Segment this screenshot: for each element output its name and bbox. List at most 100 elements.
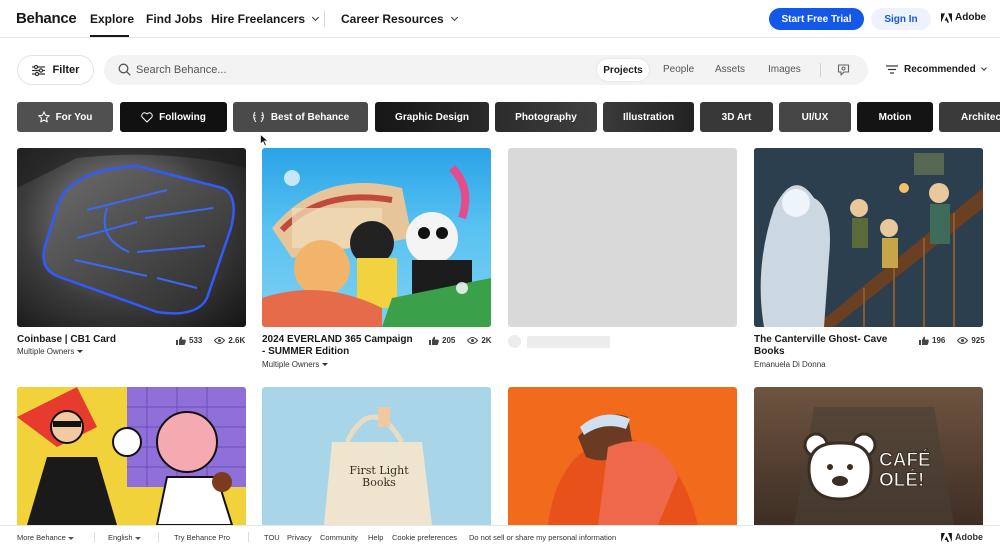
owner-label: Multiple Owners bbox=[17, 347, 75, 356]
nav-career-resources-label: Career Resources bbox=[341, 12, 444, 26]
category-following[interactable]: Following bbox=[120, 102, 227, 132]
nav-explore-label: Explore bbox=[90, 12, 135, 26]
nav-explore[interactable]: Explore bbox=[90, 12, 134, 26]
category-label: Illustration bbox=[622, 111, 675, 123]
eye-icon bbox=[957, 337, 969, 344]
project-thumbnail[interactable] bbox=[508, 387, 737, 525]
nav-divider bbox=[324, 11, 325, 27]
category-label: Photography bbox=[515, 111, 577, 123]
project-thumbnail[interactable] bbox=[17, 387, 246, 525]
category-label: Best of Behance bbox=[270, 111, 350, 123]
footer-divider bbox=[158, 532, 159, 542]
tote-bag-text: First Light Books bbox=[349, 464, 409, 489]
chevron-down-icon bbox=[980, 65, 987, 71]
project-title[interactable]: The Canterville Ghost- Cave Books bbox=[754, 334, 904, 358]
footer-community[interactable]: Community bbox=[320, 533, 358, 542]
behance-logo[interactable]: Behance bbox=[16, 10, 77, 27]
category-for-you[interactable]: For You bbox=[17, 102, 113, 132]
search-bar: Projects People Assets Images bbox=[104, 55, 868, 85]
footer-language[interactable]: English bbox=[108, 533, 141, 542]
footer-more-behance[interactable]: More Behance bbox=[17, 533, 74, 542]
category-best-of-behance[interactable]: Best of Behance bbox=[233, 102, 368, 132]
view-count: 2.6K bbox=[228, 336, 246, 345]
category-label: Graphic Design bbox=[395, 111, 469, 123]
project-stats: 533 2.6K bbox=[176, 336, 245, 345]
project-title[interactable]: Coinbase | CB1 Card bbox=[17, 334, 167, 346]
category-photography[interactable]: Photography bbox=[495, 102, 597, 132]
owner-label: Multiple Owners bbox=[262, 360, 320, 369]
nav-hire-freelancers[interactable]: Hire Freelancers bbox=[211, 12, 320, 26]
category-graphic-design[interactable]: Graphic Design bbox=[375, 102, 489, 132]
caret-down-icon bbox=[77, 350, 84, 353]
start-free-trial-button[interactable]: Start Free Trial bbox=[769, 8, 864, 30]
project-thumbnail[interactable] bbox=[262, 148, 491, 327]
chevron-down-icon bbox=[450, 13, 458, 22]
footer-do-not-sell[interactable]: Do not sell or share my personal informa… bbox=[469, 533, 616, 542]
thumbs-up-icon bbox=[919, 336, 929, 345]
footer-adobe[interactable]: Adobe bbox=[941, 532, 983, 542]
nav-hire-freelancers-label: Hire Freelancers bbox=[211, 12, 306, 26]
adobe-logo-icon bbox=[941, 532, 952, 542]
project-owner[interactable]: Emanuela Di Donna bbox=[754, 360, 826, 369]
thumbs-up-icon bbox=[429, 336, 439, 345]
view-count: 925 bbox=[971, 336, 985, 345]
project-title[interactable]: 2024 EVERLAND 365 Campaign - SUMMER Edit… bbox=[262, 334, 417, 358]
hooded-figure-illustration bbox=[548, 414, 698, 525]
nav-find-jobs[interactable]: Find Jobs bbox=[146, 12, 203, 26]
footer-help[interactable]: Help bbox=[368, 533, 383, 542]
laurel-icon bbox=[253, 111, 264, 123]
chevron-down-icon bbox=[312, 13, 320, 22]
scope-assets[interactable]: Assets bbox=[715, 64, 745, 75]
search-icon bbox=[118, 63, 131, 76]
adobe-logo-icon bbox=[941, 12, 952, 23]
sign-in-button[interactable]: Sign In bbox=[871, 8, 931, 30]
filter-sliders-icon bbox=[31, 64, 45, 76]
footer-privacy[interactable]: Privacy bbox=[287, 533, 312, 542]
image-search-icon[interactable] bbox=[837, 64, 850, 76]
owner-label: Emanuela Di Donna bbox=[754, 360, 826, 369]
comic-illustration bbox=[17, 387, 246, 525]
category-illustration[interactable]: Illustration bbox=[603, 102, 694, 132]
sort-dropdown[interactable]: Recommended bbox=[886, 64, 987, 75]
footer-label: English bbox=[108, 533, 133, 542]
nav-career-resources[interactable]: Career Resources bbox=[341, 12, 458, 26]
caret-down-icon bbox=[322, 363, 329, 366]
view-count: 2K bbox=[481, 336, 492, 345]
top-navigation: Behance Explore Find Jobs Hire Freelance… bbox=[0, 0, 1000, 38]
project-thumbnail[interactable] bbox=[754, 148, 983, 327]
sort-label: Recommended bbox=[904, 64, 976, 75]
footer-cookie-preferences[interactable]: Cookie preferences bbox=[392, 533, 457, 542]
thumbs-up-icon bbox=[176, 336, 186, 345]
project-thumbnail[interactable]: CAFÉ OLÉ! bbox=[754, 387, 983, 525]
like-count: 205 bbox=[442, 336, 456, 345]
project-thumbnail[interactable]: First Light Books bbox=[262, 387, 491, 525]
category-label: Motion bbox=[878, 111, 912, 123]
category-ui-ux[interactable]: UI/UX bbox=[779, 102, 851, 132]
sort-lines-icon bbox=[886, 65, 898, 74]
project-stats: 205 2K bbox=[429, 336, 492, 345]
anime-illustration bbox=[262, 165, 491, 327]
project-thumbnail[interactable] bbox=[17, 148, 246, 327]
category-label: For You bbox=[55, 111, 93, 123]
category-label: Following bbox=[159, 111, 206, 123]
footer-divider bbox=[94, 532, 95, 542]
footer-try-pro[interactable]: Try Behance Pro bbox=[174, 533, 230, 542]
scope-projects[interactable]: Projects bbox=[597, 59, 649, 81]
category-architecture[interactable]: Architec bbox=[939, 102, 1000, 132]
footer: More Behance English Try Behance Pro TOU… bbox=[0, 525, 1000, 547]
category-3d-art[interactable]: 3D Art bbox=[700, 102, 773, 132]
footer-tou[interactable]: TOU bbox=[264, 533, 280, 542]
filter-button[interactable]: Filter bbox=[17, 55, 94, 85]
like-count: 533 bbox=[189, 336, 203, 345]
category-motion[interactable]: Motion bbox=[857, 102, 933, 132]
like-count: 196 bbox=[932, 336, 946, 345]
scope-images[interactable]: Images bbox=[768, 64, 801, 75]
star-icon bbox=[37, 111, 50, 123]
ghost-illustration bbox=[754, 148, 983, 327]
category-label: UI/UX bbox=[801, 111, 829, 123]
project-owner[interactable]: Multiple Owners bbox=[262, 360, 329, 369]
search-input[interactable] bbox=[136, 62, 536, 78]
project-owner[interactable]: Multiple Owners bbox=[17, 347, 84, 356]
scope-people[interactable]: People bbox=[663, 64, 694, 75]
adobe-link[interactable]: Adobe bbox=[941, 12, 986, 23]
